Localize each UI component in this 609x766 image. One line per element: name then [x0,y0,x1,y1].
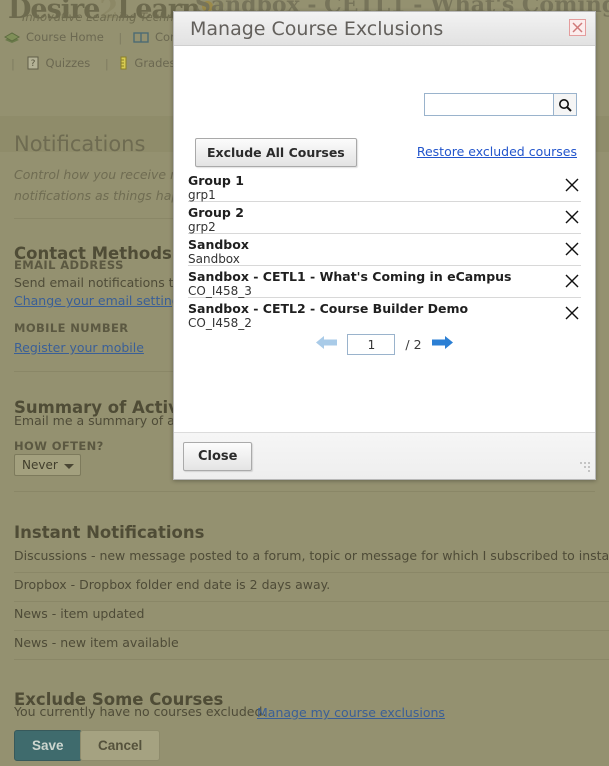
course-code: grp1 [188,188,216,202]
nav-row-secondary: | ? Quizzes | Grades | [4,56,201,72]
nav-item-quizzes[interactable]: ? Quizzes [26,56,91,72]
list-divider [14,601,609,602]
close-button[interactable]: Close [183,442,253,471]
email-address-label: EMAIL ADDRESS [14,258,124,272]
nav-label-course-home: Course Home [26,30,104,44]
ruler-icon [119,56,128,72]
page-number-input[interactable] [347,334,396,355]
list-item[interactable]: News - new item available [14,635,609,650]
divider-3 [14,491,595,492]
svg-text:?: ? [30,59,35,69]
list-item[interactable]: Discussions - new message posted to a fo… [14,548,609,563]
page-title: Notifications [14,132,146,157]
how-often-select[interactable]: Never [14,454,81,476]
search-input[interactable] [424,93,553,116]
search-icon[interactable] [553,93,577,116]
search-area [424,93,577,116]
list-divider [14,572,609,573]
save-button[interactable]: Save [14,730,82,761]
how-often-value: Never [22,458,58,472]
list-divider [14,630,609,631]
course-code: Sandbox [188,252,240,266]
register-mobile-link[interactable]: Register your mobile [14,340,144,355]
cancel-button[interactable]: Cancel [80,730,161,761]
manage-course-exclusions-link[interactable]: Manage my course exclusions [257,705,445,720]
how-often-label: HOW OFTEN? [14,439,104,453]
dialog-footer: Close [174,432,595,479]
dialog-header[interactable]: Manage Course Exclusions [174,12,595,46]
table-row[interactable]: Group 1 grp1 [188,170,581,202]
quiz-page-icon: ? [26,56,40,72]
close-x-icon[interactable] [569,19,586,36]
resize-grip-icon[interactable] [578,462,590,474]
table-row[interactable]: Sandbox Sandbox [188,234,581,266]
nav-separator-lead: | [11,57,15,71]
nav-item-course-home[interactable]: Course Home [3,30,104,47]
chevron-down-icon [63,464,74,469]
open-book-icon [133,31,149,47]
nav-label-quizzes: Quizzes [45,56,91,70]
manage-course-exclusions-dialog: Manage Course Exclusions Exclude All Cou… [173,11,596,480]
course-code: CO_I458_2 [188,316,252,330]
page-total-label: / 2 [405,337,422,352]
course-name: Sandbox [188,237,249,252]
course-code: grp2 [188,220,216,234]
table-row[interactable]: Sandbox - CETL1 - What's Coming in eCamp… [188,266,581,298]
list-divider [14,659,609,660]
mobile-number-label: MOBILE NUMBER [14,321,129,335]
nav-label-grades: Grades [134,56,176,70]
exclude-all-courses-button[interactable]: Exclude All Courses [195,138,357,167]
course-list: Group 1 grp1 Group 2 grp2 Sandbox Sandbo… [188,170,581,330]
dialog-title: Manage Course Exclusions [190,18,444,40]
restore-excluded-courses-link[interactable]: Restore excluded courses [417,144,577,159]
course-name: Group 1 [188,173,244,188]
arrow-left-icon[interactable] [316,335,338,354]
course-name: Sandbox - CETL2 - Course Builder Demo [188,301,469,316]
table-row[interactable]: Group 2 grp2 [188,202,581,234]
nav-separator: | [118,31,123,45]
course-code: CO_I458_3 [188,284,252,298]
course-name: Group 2 [188,205,244,220]
list-item[interactable]: Dropbox - Dropbox folder end date is 2 d… [14,577,609,592]
exclusion-status-text: You currently have no courses excluded. [14,704,267,719]
table-row[interactable]: Sandbox - CETL2 - Course Builder Demo CO… [188,298,581,330]
remove-course-icon[interactable] [565,209,579,224]
instant-notifications-heading: Instant Notifications [14,522,205,542]
remove-course-icon[interactable] [565,177,579,192]
remove-course-icon[interactable] [565,305,579,320]
nav-separator-2: | [104,57,109,71]
remove-course-icon[interactable] [565,241,579,256]
list-item[interactable]: News - item updated [14,606,609,621]
pagination: / 2 [174,334,595,355]
dialog-body: Exclude All Courses Restore excluded cou… [174,46,595,447]
arrow-right-icon[interactable] [431,335,453,354]
remove-course-icon[interactable] [565,273,579,288]
book-stack-icon [3,31,21,47]
course-name: Sandbox - CETL1 - What's Coming in eCamp… [188,269,512,284]
change-email-settings-link[interactable]: Change your email settings [14,293,186,308]
nav-item-grades[interactable]: Grades [119,56,175,72]
